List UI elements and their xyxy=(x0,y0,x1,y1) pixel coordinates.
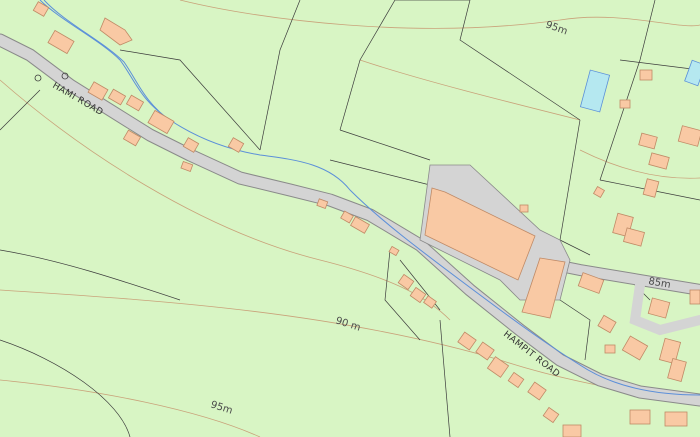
map-canvas[interactable]: HAMI ROAD HAMPIT ROAD 95m 90 m 95m 85m xyxy=(0,0,700,437)
